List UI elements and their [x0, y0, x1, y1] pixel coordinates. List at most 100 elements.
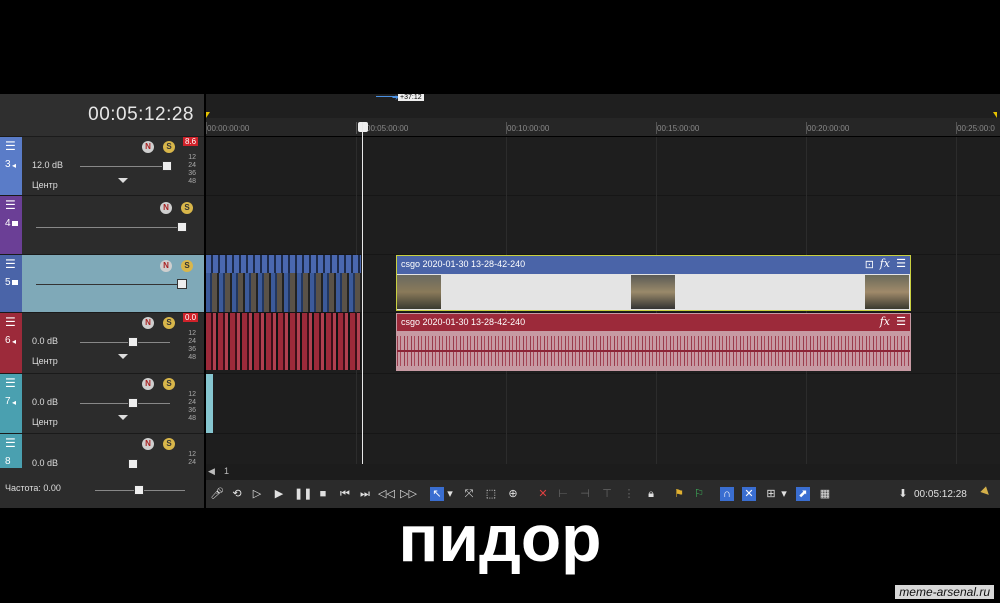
solo-button[interactable]: S [181, 202, 193, 214]
track-header-7[interactable]: ☰ 7 ◂ N S 0.0 dB Центр 12 24 36 48 [0, 374, 204, 434]
volume-slider-track[interactable] [80, 342, 170, 343]
track-number: 3 [5, 159, 11, 170]
track-menu-icon[interactable]: ☰ [5, 199, 17, 211]
cursor-time-display[interactable]: 00:05:12:28 [88, 104, 194, 126]
watermark: meme-arsenal.ru [895, 585, 994, 599]
marker-bar[interactable]: ➔ +37:12 [206, 93, 1000, 118]
solo-button[interactable]: S [163, 438, 175, 450]
scroll-left-icon[interactable]: ◀ [208, 466, 215, 477]
envelope-tool-icon[interactable]: ⤧ [462, 487, 476, 501]
track-menu-icon[interactable]: ☰ [5, 437, 17, 449]
next-frame-icon[interactable]: ▷▷ [400, 487, 417, 501]
track-menu-icon[interactable]: ☰ [5, 377, 17, 389]
tick-label: 00:00:00:00 [207, 124, 250, 133]
playhead-handle[interactable] [358, 122, 368, 132]
track-header-4[interactable]: ☰ 4 N S [0, 196, 204, 255]
marker-flag-icon[interactable]: ⚑ [672, 487, 686, 501]
lock-envelopes-icon[interactable]: ⬈ [796, 487, 810, 501]
auto-crossfade-icon[interactable]: ✕ [742, 487, 756, 501]
volume-slider-track[interactable] [80, 166, 170, 167]
prev-frame-icon[interactable]: ◁◁ [378, 487, 395, 501]
clip-menu-icon[interactable]: ☰ [896, 315, 906, 328]
region-icon[interactable]: ⚐ [692, 487, 706, 501]
track-menu-icon[interactable]: ☰ [5, 140, 17, 152]
rate-slider-knob[interactable] [134, 485, 144, 495]
audio-clip[interactable]: csgo 2020-01-30 13-28-42-240 fx ☰ [396, 313, 911, 371]
track-menu-icon[interactable]: ☰ [5, 258, 17, 270]
pan-label: Центр [32, 417, 58, 427]
opacity-slider-track[interactable] [36, 227, 186, 228]
video-clip[interactable]: csgo 2020-01-30 13-28-42-240 ⊡ fx ☰ [396, 255, 911, 311]
lock-icon[interactable]: 🔒︎ [644, 487, 658, 501]
clip-header: csgo 2020-01-30 13-28-42-240 fx ☰ [397, 314, 910, 331]
lane-track-3[interactable] [206, 137, 1000, 196]
lane-track-4[interactable] [206, 196, 1000, 255]
meter-tick: 24 [188, 338, 196, 345]
ripple-dropdown-icon[interactable]: ▾ [780, 487, 788, 501]
horizontal-scrollbar[interactable]: ◀ 1 [206, 464, 1000, 480]
mute-button[interactable]: N [142, 378, 154, 390]
playhead-line[interactable] [362, 122, 363, 464]
fx-icon[interactable]: fx [880, 257, 890, 270]
split-icon: ⋮ [623, 488, 635, 500]
track-header-8[interactable]: ☰ 8 N S 0.0 dB 12 24 [0, 434, 204, 469]
volume-slider-track[interactable] [80, 403, 170, 404]
clip-menu-icon[interactable]: ☰ [896, 257, 906, 270]
mute-button[interactable]: N [142, 438, 154, 450]
lane-track-8[interactable] [206, 434, 1000, 465]
crop-icon[interactable]: ⊡ [865, 258, 874, 271]
pan-knob[interactable] [118, 415, 128, 420]
solo-button[interactable]: S [163, 378, 175, 390]
audio-clip-small[interactable] [206, 374, 213, 433]
loop-icon[interactable]: ⟲ [230, 487, 244, 501]
selection-tool-icon[interactable]: ⬚ [484, 487, 498, 501]
pan-knob[interactable] [118, 354, 128, 359]
lane-track-7[interactable] [206, 374, 1000, 434]
mute-button[interactable]: N [142, 317, 154, 329]
loop-end-icon[interactable] [993, 112, 997, 118]
solo-button[interactable]: S [163, 317, 175, 329]
solo-button[interactable]: S [181, 260, 193, 272]
timeline-ruler[interactable]: ➔ +37:12 00:00:00:00 00:05:00:00 00:10:0… [206, 93, 1000, 136]
meter-tick: 48 [188, 354, 196, 361]
go-to-end-icon[interactable]: ⏭ [358, 487, 372, 501]
track-header-5[interactable]: ☰ 5 N S [0, 255, 204, 313]
resize-grip-icon[interactable] [980, 486, 992, 498]
video-thumbnail [865, 275, 909, 309]
mute-button[interactable]: N [142, 141, 154, 153]
pan-knob[interactable] [118, 178, 128, 183]
delete-icon[interactable]: ✕ [536, 487, 550, 501]
opacity-slider-track[interactable] [36, 284, 186, 285]
normal-edit-tool-icon[interactable]: ↖ [430, 487, 444, 501]
stop-icon[interactable]: ■ [316, 487, 330, 501]
opacity-slider-knob[interactable] [177, 222, 187, 232]
fx-icon[interactable]: fx [880, 315, 890, 328]
audio-clips-cluster[interactable] [206, 313, 361, 370]
ripple-edit-icon[interactable]: ⊞ [764, 487, 778, 501]
track-menu-icon[interactable]: ☰ [5, 316, 17, 328]
play-from-start-icon[interactable]: ▷ [250, 487, 264, 501]
snapping-icon[interactable]: ∩ [720, 487, 734, 501]
mute-button[interactable]: N [160, 260, 172, 272]
record-mic-icon[interactable]: 🎤︎ [210, 487, 224, 501]
clip-title: csgo 2020-01-30 13-28-42-240 [401, 259, 526, 269]
volume-slider-knob[interactable] [162, 161, 172, 171]
track-header-6[interactable]: ☰ 6 ◂ N S 0.0 0.0 dB Центр 12 24 36 48 [0, 313, 204, 374]
tool-dropdown-icon[interactable]: ▾ [446, 487, 454, 501]
solo-button[interactable]: S [163, 141, 175, 153]
zoom-tool-icon[interactable]: ⊕ [506, 487, 520, 501]
speaker-icon: ◂ [12, 161, 17, 170]
mute-button[interactable]: N [160, 202, 172, 214]
track-number: 7 [5, 396, 11, 407]
ignore-grouping-icon[interactable]: ▦ [818, 487, 832, 501]
volume-slider-knob[interactable] [128, 337, 138, 347]
track-header-3[interactable]: ☰ 3 ◂ N S 8.6 12.0 dB Центр 12 24 36 48 [0, 137, 204, 196]
go-to-start-icon[interactable]: ⏮ [338, 487, 352, 501]
volume-label: 0.0 dB [32, 458, 59, 468]
meter-tick: 48 [188, 178, 196, 185]
opacity-slider-knob[interactable] [177, 279, 187, 289]
volume-slider-knob[interactable] [128, 398, 138, 408]
loop-start-icon[interactable] [206, 112, 210, 118]
play-icon[interactable]: ▶ [272, 487, 286, 501]
pause-icon[interactable]: ❚❚ [294, 487, 312, 501]
